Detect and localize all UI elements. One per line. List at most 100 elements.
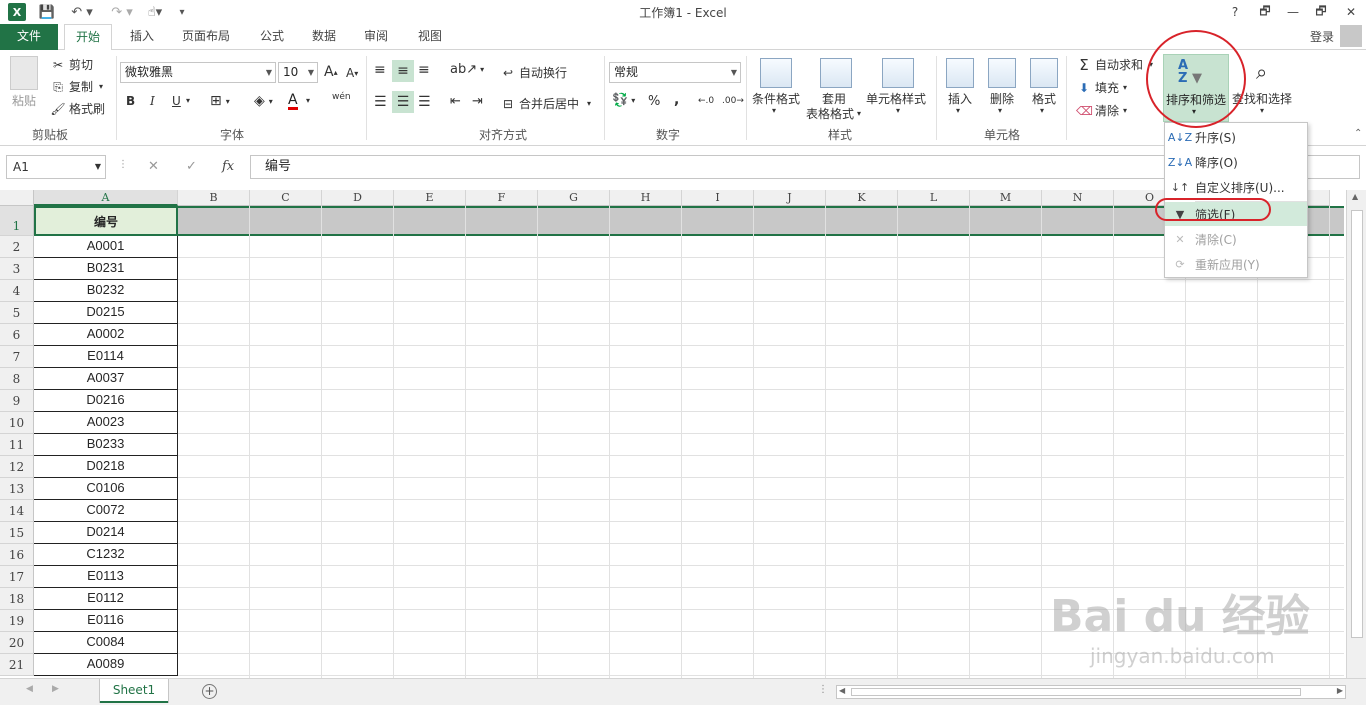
decrease-indent-icon[interactable]: ⇤ (450, 94, 461, 109)
menu-item-clear-filter[interactable]: ✕ 清除(C) (1165, 227, 1307, 251)
column-header[interactable]: D (322, 190, 394, 206)
column-header[interactable]: E (394, 190, 466, 206)
select-all-button[interactable] (0, 190, 34, 206)
format-as-table-label[interactable]: 表格格式 ▾ (806, 105, 861, 122)
name-box[interactable]: A1 ▼ (6, 155, 106, 179)
table-cell[interactable]: E0113 (34, 566, 178, 588)
cancel-icon[interactable]: ✕ (148, 159, 159, 174)
tab-formulas[interactable]: 公式 (252, 24, 292, 50)
format-cells-button[interactable]: 格式 (1032, 90, 1056, 107)
column-header[interactable]: M (970, 190, 1042, 206)
phonetic-button[interactable]: wén (332, 92, 351, 102)
underline-button[interactable]: U (172, 94, 181, 108)
row-header[interactable]: 2 (0, 236, 34, 258)
table-cell[interactable]: B0231 (34, 258, 178, 280)
align-middle-icon[interactable]: ≡ (392, 60, 414, 82)
fill-color-icon[interactable]: ◈ ▾ (254, 93, 273, 109)
row-header[interactable]: 19 (0, 610, 34, 632)
tab-insert[interactable]: 插入 (122, 24, 162, 50)
row-header[interactable]: 10 (0, 412, 34, 434)
table-cell[interactable]: C0072 (34, 500, 178, 522)
insert-cells-button[interactable]: 插入 (948, 90, 972, 107)
add-sheet-button[interactable]: + (202, 684, 217, 699)
column-header[interactable]: K (826, 190, 898, 206)
format-painter-button[interactable]: 🖌 格式刷 (50, 100, 105, 117)
table-cell[interactable]: A0023 (34, 412, 178, 434)
table-cell[interactable]: E0116 (34, 610, 178, 632)
header-cell[interactable]: 编号 (34, 206, 178, 236)
column-header[interactable]: L (898, 190, 970, 206)
row-header[interactable]: 12 (0, 456, 34, 478)
enter-icon[interactable]: ✓ (186, 159, 197, 174)
paste-button[interactable]: 粘贴 (12, 92, 36, 109)
autosum-button[interactable]: Σ 自动求和 ▾ (1076, 56, 1153, 73)
column-header[interactable]: A (34, 190, 178, 206)
collapse-ribbon-icon[interactable]: ⌃ (1354, 128, 1362, 139)
table-cell[interactable]: C0106 (34, 478, 178, 500)
vertical-scrollbar[interactable]: ▲ (1346, 190, 1366, 678)
column-header[interactable]: F (466, 190, 538, 206)
row-header[interactable]: 11 (0, 434, 34, 456)
menu-item-reapply[interactable]: ⟳ 重新应用(Y) (1165, 252, 1307, 276)
row-header[interactable]: 20 (0, 632, 34, 654)
row-header[interactable]: 8 (0, 368, 34, 390)
sheet-tab-sheet1[interactable]: Sheet1 (100, 679, 168, 703)
table-cell[interactable]: A0002 (34, 324, 178, 346)
ribbon-display-button[interactable]: 🗗 (1252, 2, 1278, 22)
scroll-left-icon[interactable]: ◀ (839, 686, 845, 695)
column-header[interactable]: H (610, 190, 682, 206)
menu-item-sort-descending[interactable]: Z↓A 降序(O) (1165, 150, 1307, 174)
table-cell[interactable]: D0214 (34, 522, 178, 544)
scroll-right-icon[interactable]: ▶ (1337, 686, 1343, 695)
tab-review[interactable]: 审阅 (356, 24, 396, 50)
comma-button[interactable]: , (674, 92, 679, 108)
row-header[interactable]: 15 (0, 522, 34, 544)
prev-sheet-icon[interactable]: ◀ (26, 684, 33, 694)
table-cell[interactable]: A0089 (34, 654, 178, 676)
horizontal-scroll-thumb[interactable] (851, 688, 1301, 696)
tab-home[interactable]: 开始 (64, 24, 112, 51)
merge-center-button[interactable]: ⊟ 合并后居中 ▾ (500, 95, 591, 112)
table-cell[interactable]: D0218 (34, 456, 178, 478)
increase-decimal-icon[interactable]: ←.0 (698, 96, 714, 106)
chevron-down-icon[interactable]: ▾ (186, 96, 190, 105)
next-sheet-icon[interactable]: ▶ (52, 684, 59, 694)
menu-item-sort-ascending[interactable]: A↓Z 升序(S) (1165, 125, 1307, 149)
row-header[interactable]: 4 (0, 280, 34, 302)
row-header[interactable]: 1 (0, 206, 34, 236)
table-cell[interactable]: A0001 (34, 236, 178, 258)
decrease-decimal-icon[interactable]: .00→ (722, 96, 744, 106)
restore-button[interactable]: 🗗 (1308, 2, 1334, 22)
column-header[interactable]: J (754, 190, 826, 206)
row-header[interactable]: 14 (0, 500, 34, 522)
percent-button[interactable]: % (648, 94, 660, 109)
borders-icon[interactable]: ⊞ ▾ (210, 93, 230, 109)
align-center-icon[interactable]: ☰ (392, 91, 414, 113)
row-header[interactable]: 6 (0, 324, 34, 346)
align-left-icon[interactable]: ☰ (374, 94, 387, 110)
help-button[interactable]: ? (1222, 2, 1248, 22)
row-header[interactable]: 16 (0, 544, 34, 566)
row-header[interactable]: 18 (0, 588, 34, 610)
chevron-down-icon[interactable]: ▾ (306, 96, 310, 105)
align-bottom-icon[interactable]: ≡ (418, 62, 430, 78)
insert-function-button[interactable]: fx (222, 159, 234, 174)
orientation-icon[interactable]: ab↗ ▾ (450, 62, 484, 77)
row-header[interactable]: 21 (0, 654, 34, 676)
number-format-combo[interactable]: 常规 ▼ (609, 62, 741, 83)
row-header[interactable]: 7 (0, 346, 34, 368)
column-header[interactable]: G (538, 190, 610, 206)
font-size-combo[interactable]: 10 ▼ (278, 62, 318, 83)
font-shrink-icon[interactable]: A ▾ (346, 66, 358, 80)
font-color-button[interactable]: A (288, 92, 298, 110)
minimize-button[interactable]: — (1280, 2, 1306, 22)
wrap-text-button[interactable]: ↩ 自动换行 (500, 64, 567, 81)
table-cell[interactable]: E0114 (34, 346, 178, 368)
increase-indent-icon[interactable]: ⇥ (472, 94, 483, 109)
cell-styles-button[interactable]: 单元格样式 (866, 90, 926, 107)
tab-data[interactable]: 数据 (304, 24, 344, 50)
paste-icon[interactable] (10, 56, 38, 90)
vertical-scroll-thumb[interactable] (1351, 210, 1363, 638)
row-header[interactable]: 3 (0, 258, 34, 280)
row-header[interactable]: 5 (0, 302, 34, 324)
